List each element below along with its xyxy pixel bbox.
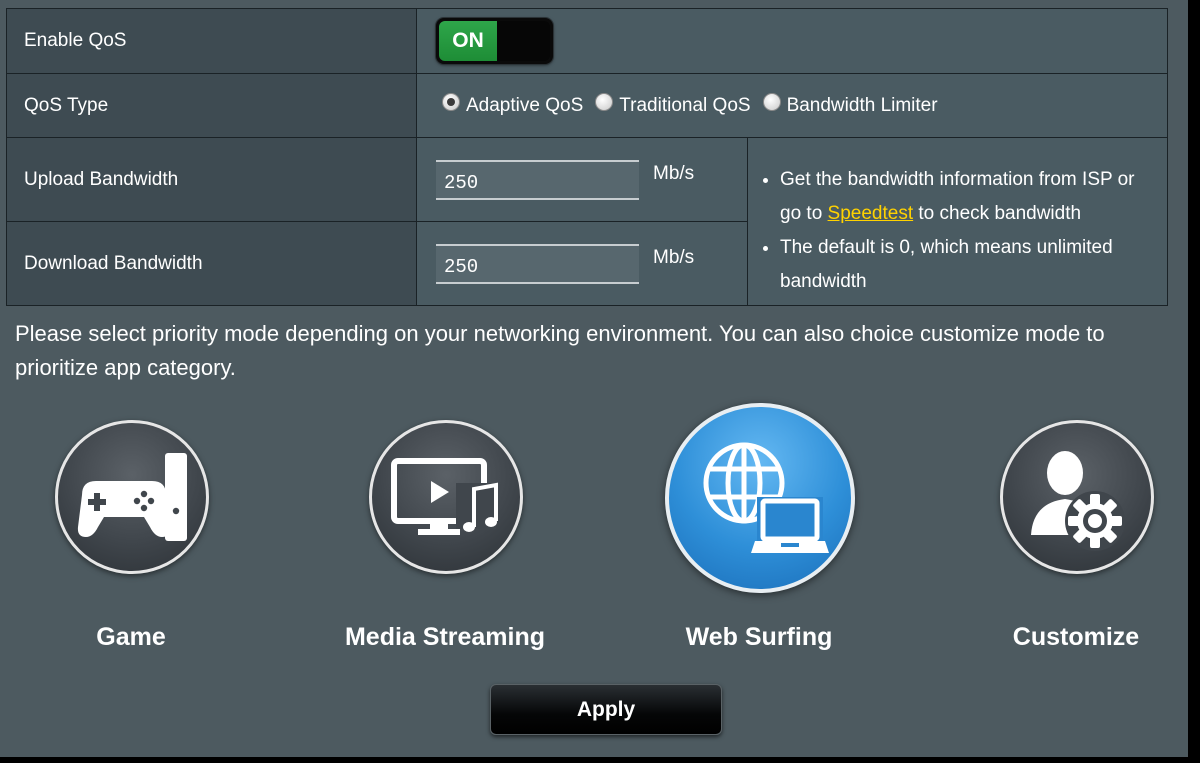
- download-bandwidth-label: Download Bandwidth: [6, 221, 417, 306]
- upload-bandwidth-input[interactable]: [436, 159, 639, 200]
- priority-mode-description: Please select priority mode depending on…: [15, 321, 1105, 380]
- customize-user-gear-icon: [1031, 451, 1125, 551]
- radio-bandwidth-limiter[interactable]: Bandwidth Limiter: [762, 92, 938, 117]
- web-surfing-mode-circle-selected[interactable]: [665, 403, 855, 593]
- radio-label: Traditional QoS: [619, 94, 751, 116]
- enable-qos-toggle[interactable]: ON: [436, 18, 553, 64]
- mode-label-web-surfing[interactable]: Web Surfing: [686, 623, 833, 652]
- toggle-on-text: ON: [439, 21, 497, 61]
- radio-label: Bandwidth Limiter: [786, 94, 938, 116]
- radio-label: Adaptive QoS: [466, 94, 584, 116]
- mode-game[interactable]: [55, 420, 209, 574]
- upload-unit: Mb/s: [653, 162, 695, 184]
- bandwidth-help: Get the bandwidth information from ISP o…: [747, 137, 1168, 306]
- mode-label-customize[interactable]: Customize: [1013, 623, 1139, 652]
- radio-button[interactable]: [595, 92, 614, 111]
- media-mode-circle[interactable]: [369, 420, 523, 574]
- download-bandwidth-input[interactable]: [436, 243, 639, 284]
- speedtest-link[interactable]: Speedtest: [828, 203, 914, 224]
- qos-type-label: QoS Type: [6, 73, 417, 138]
- help-item-default: The default is 0, which means unlimited …: [780, 231, 1155, 299]
- enable-qos-label: Enable QoS: [6, 8, 417, 74]
- toggle-knob: [497, 21, 550, 61]
- mode-customize[interactable]: [1000, 420, 1154, 574]
- radio-button[interactable]: [762, 92, 781, 111]
- help-item-isp: Get the bandwidth information from ISP o…: [780, 163, 1155, 231]
- media-streaming-icon: [391, 458, 498, 535]
- radio-traditional-qos[interactable]: Traditional QoS: [595, 92, 751, 117]
- radio-button-checked[interactable]: [442, 92, 460, 111]
- qos-type-radio-group: Adaptive QoS Traditional QoS Bandwidth L…: [442, 92, 1167, 117]
- window-edge-bottom: [0, 757, 1200, 763]
- game-mode-circle[interactable]: [55, 420, 209, 574]
- download-unit: Mb/s: [653, 246, 695, 268]
- mode-media-streaming[interactable]: [369, 420, 523, 574]
- customize-mode-circle[interactable]: [1000, 420, 1154, 574]
- mode-label-game[interactable]: Game: [96, 623, 165, 652]
- mode-label-media-streaming[interactable]: Media Streaming: [345, 623, 545, 652]
- radio-adaptive-qos[interactable]: Adaptive QoS: [442, 92, 584, 117]
- mode-web-surfing[interactable]: [665, 403, 855, 593]
- apply-button[interactable]: Apply: [490, 684, 722, 735]
- window-edge-right: [1188, 0, 1200, 763]
- qos-settings-table: Enable QoS ON QoS Type Adaptive QoS Trad…: [6, 8, 1168, 306]
- web-surfing-icon: [703, 442, 829, 553]
- upload-bandwidth-label: Upload Bandwidth: [6, 137, 417, 222]
- game-console-icon: [77, 453, 187, 541]
